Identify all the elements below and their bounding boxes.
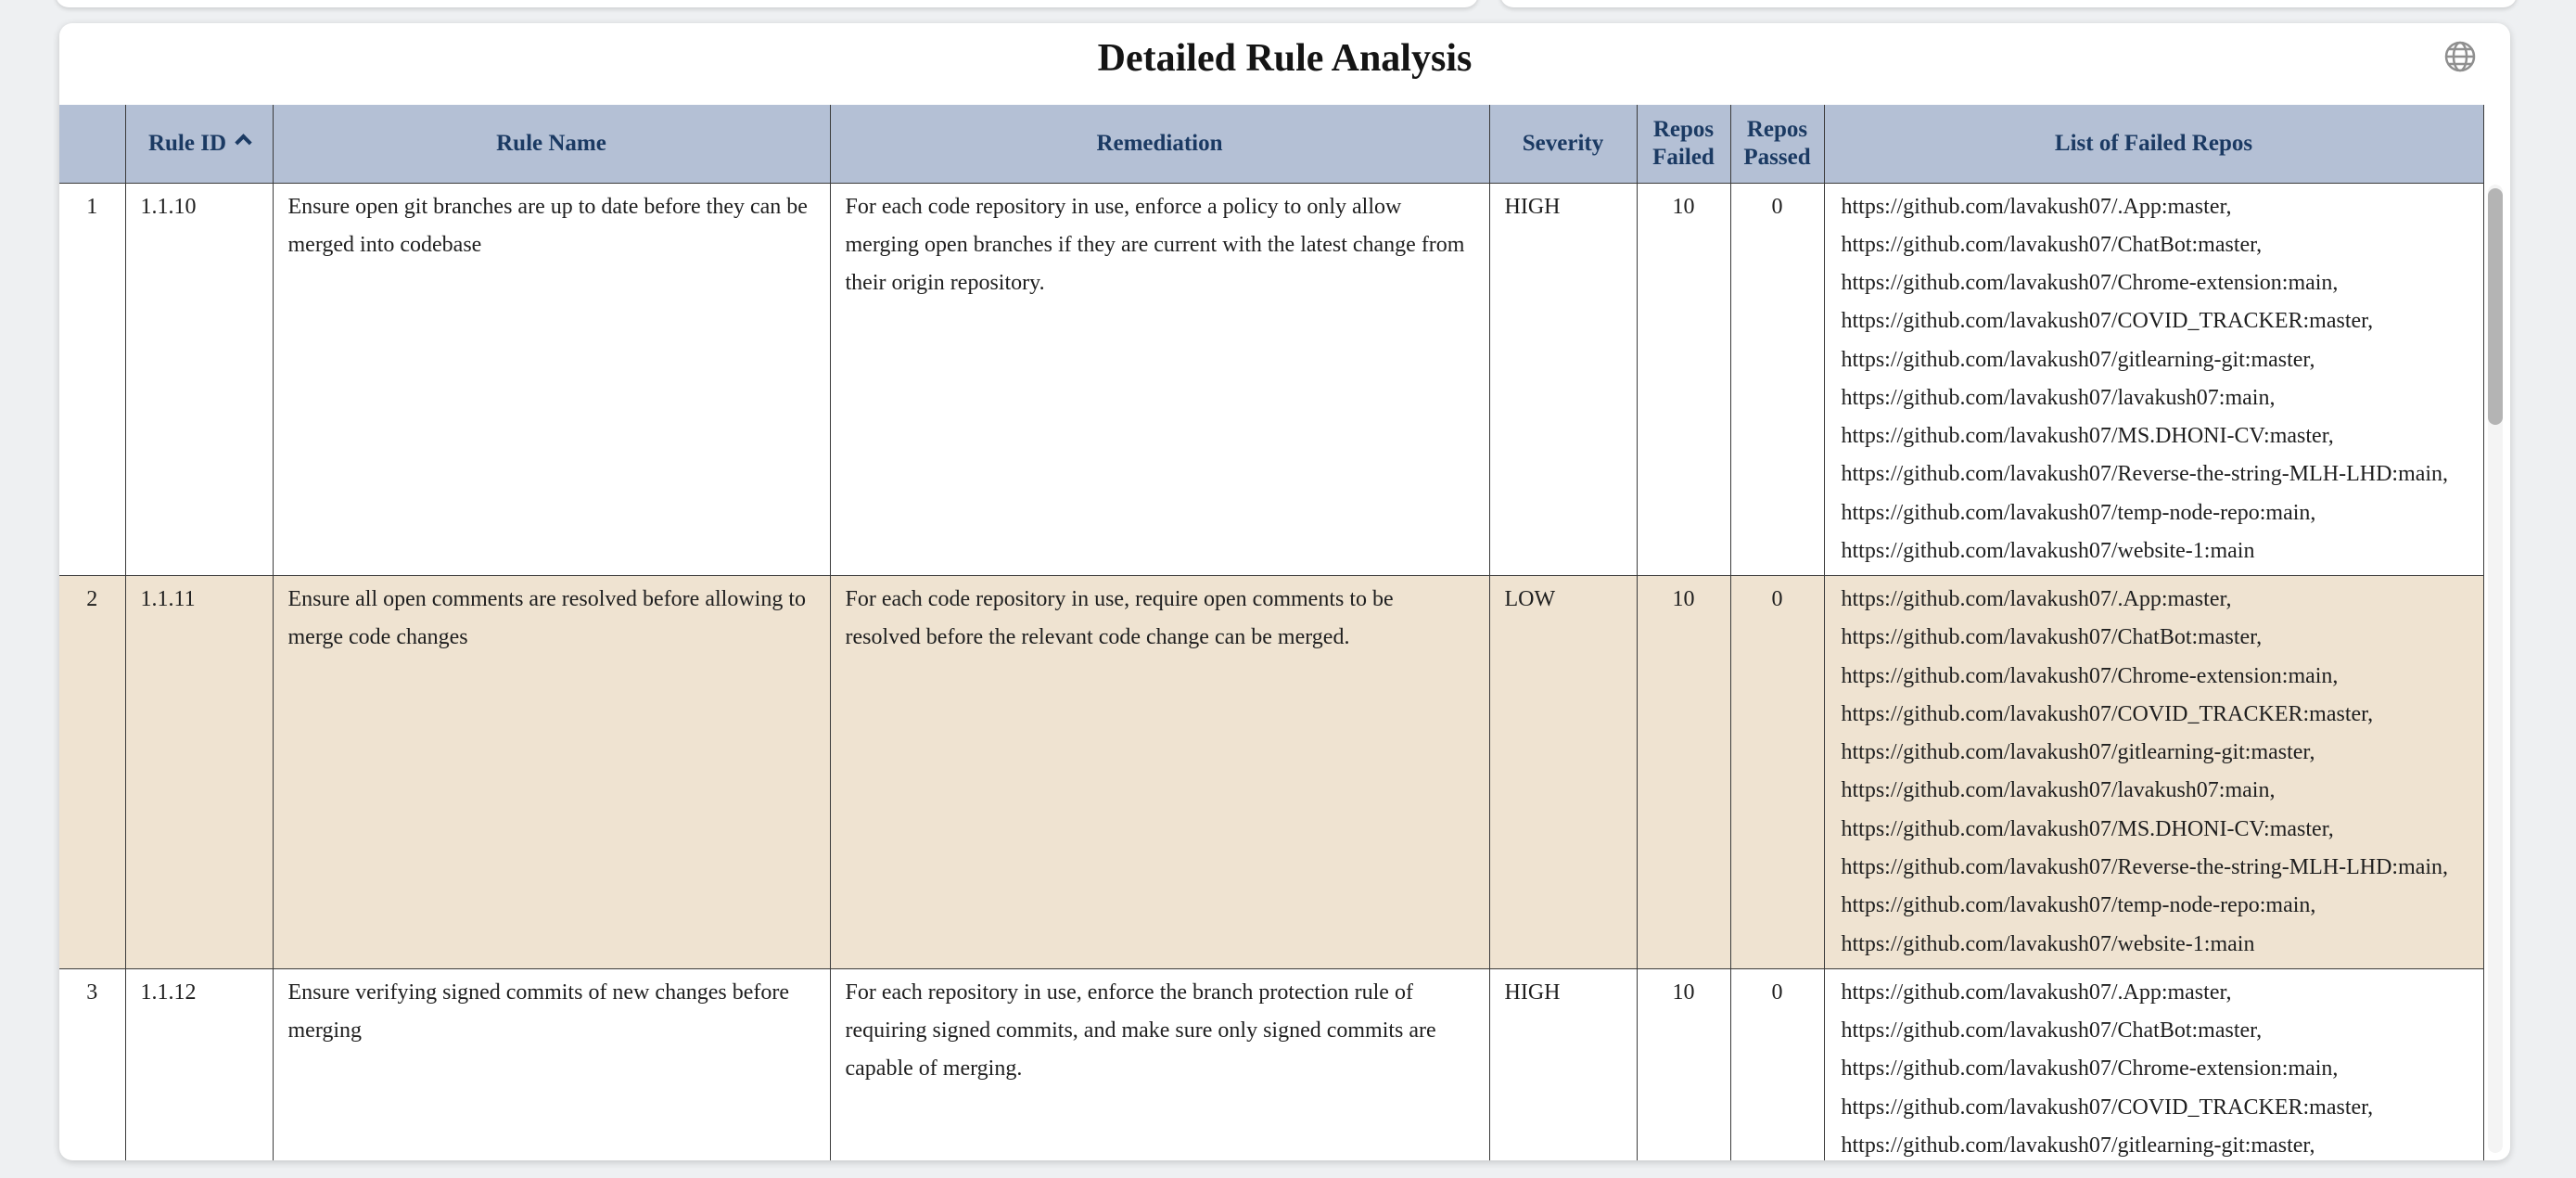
remediation-cell: For each code repository in use, require… — [830, 576, 1489, 969]
repos-passed-cell: 0 — [1730, 183, 1824, 576]
rule-id-cell: 1.1.12 — [125, 968, 273, 1160]
remediation-cell: For each code repository in use, enforce… — [830, 183, 1489, 576]
table-row: 2 1.1.11 Ensure all open comments are re… — [59, 576, 2483, 969]
column-header-repos-passed[interactable]: Repos Passed — [1730, 105, 1824, 183]
row-index: 2 — [59, 576, 125, 969]
column-header-rule-id[interactable]: Rule ID — [125, 105, 273, 183]
row-index: 3 — [59, 968, 125, 1160]
globe-icon[interactable] — [2442, 38, 2479, 75]
rule-name-cell: Ensure open git branches are up to date … — [273, 183, 830, 576]
rule-name-cell: Ensure all open comments are resolved be… — [273, 576, 830, 969]
row-index: 1 — [59, 183, 125, 576]
detailed-rule-analysis-card: Detailed Rule Analysis — [59, 23, 2510, 1160]
column-header-failed-repos-list[interactable]: List of Failed Repos — [1824, 105, 2483, 183]
table-header-row: Rule ID Rule Name Remediation Severity R… — [59, 105, 2483, 183]
failed-repos-list-cell: https://github.com/lavakush07/.App:maste… — [1824, 576, 2483, 969]
table-scrollbar-thumb[interactable] — [2488, 188, 2503, 425]
severity-cell: HIGH — [1489, 968, 1637, 1160]
column-header-rule-id-label: Rule ID — [148, 131, 226, 156]
severity-cell: LOW — [1489, 576, 1637, 969]
rule-analysis-table: Rule ID Rule Name Remediation Severity R… — [59, 105, 2483, 1160]
repos-failed-cell: 10 — [1637, 576, 1730, 969]
column-header-rule-name[interactable]: Rule Name — [273, 105, 830, 183]
repos-failed-cell: 10 — [1637, 183, 1730, 576]
failed-repos-list-cell: https://github.com/lavakush07/.App:maste… — [1824, 183, 2483, 576]
repos-passed-cell: 0 — [1730, 968, 1824, 1160]
rule-name-cell: Ensure verifying signed commits of new c… — [273, 968, 830, 1160]
remediation-cell: For each repository in use, enforce the … — [830, 968, 1489, 1160]
repos-passed-cell: 0 — [1730, 576, 1824, 969]
rule-id-cell: 1.1.11 — [125, 576, 273, 969]
column-header-remediation[interactable]: Remediation — [830, 105, 1489, 183]
column-header-repos-failed[interactable]: Repos Failed — [1637, 105, 1730, 183]
top-panel-right — [1500, 0, 2517, 7]
failed-repos-list-cell: https://github.com/lavakush07/.App:maste… — [1824, 968, 2483, 1160]
column-header-index — [59, 105, 125, 183]
table-row: 3 1.1.12 Ensure verifying signed commits… — [59, 968, 2483, 1160]
sort-ascending-icon — [235, 134, 251, 150]
repos-failed-cell: 10 — [1637, 968, 1730, 1160]
table-row: 1 1.1.10 Ensure open git branches are up… — [59, 183, 2483, 576]
column-header-severity[interactable]: Severity — [1489, 105, 1637, 183]
top-panel-left — [56, 0, 1478, 7]
severity-cell: HIGH — [1489, 183, 1637, 576]
rule-id-cell: 1.1.10 — [125, 183, 273, 576]
table-scrollbar-track[interactable] — [2488, 185, 2503, 1153]
page-title: Detailed Rule Analysis — [59, 36, 2510, 81]
